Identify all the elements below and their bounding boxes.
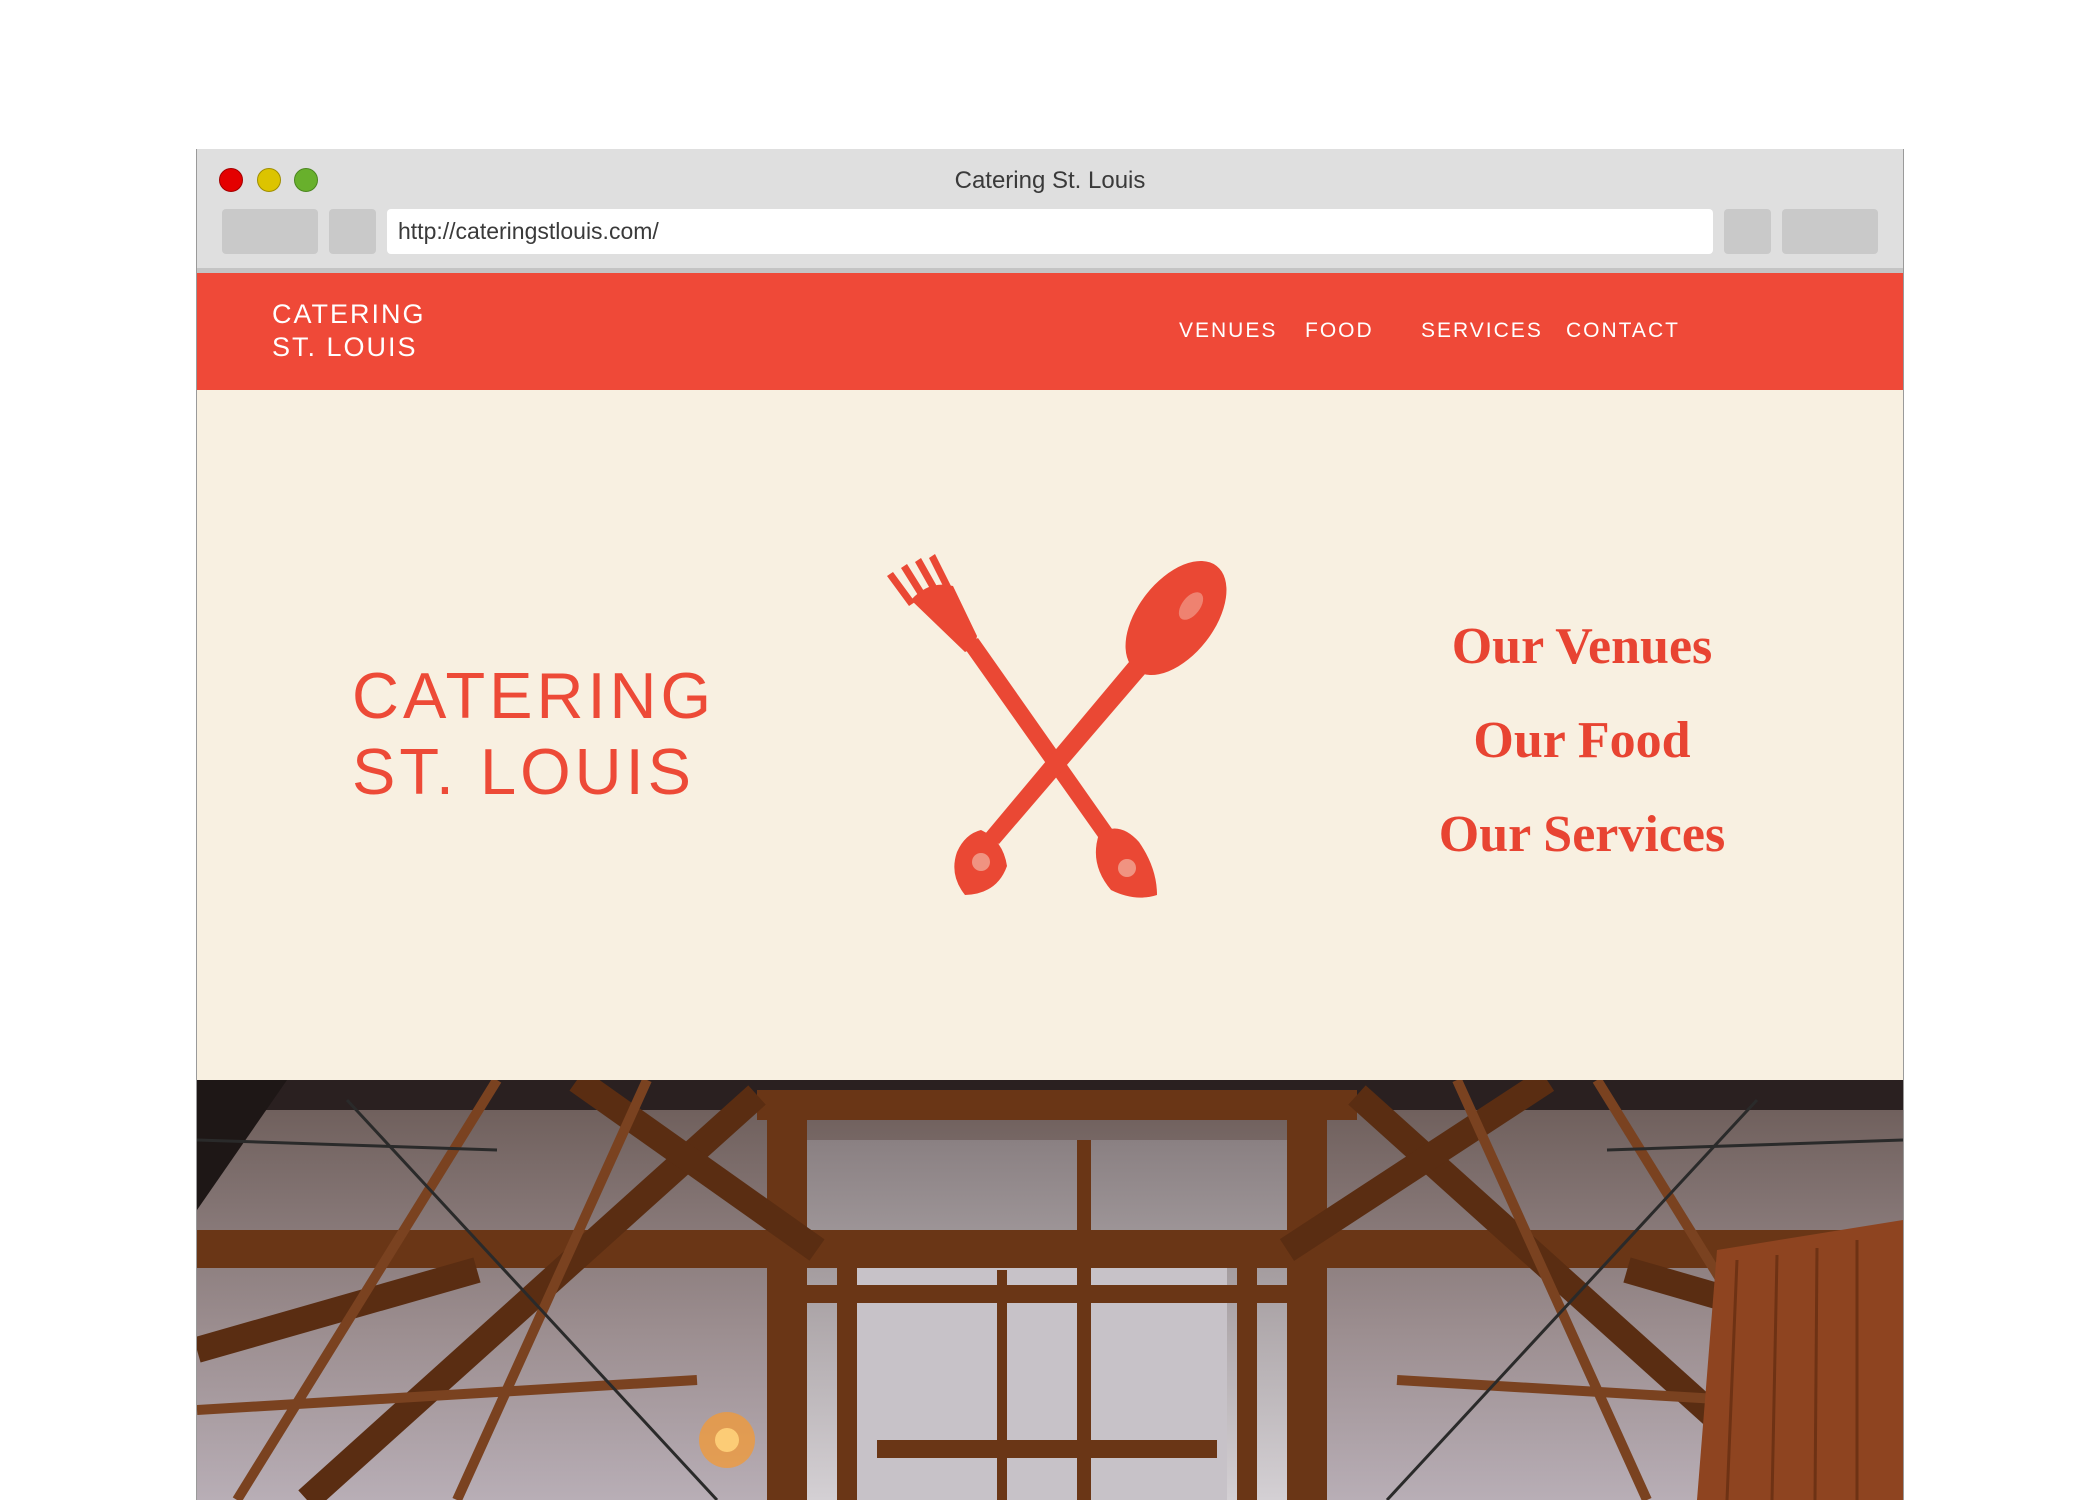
nav-services[interactable]: SERVICES xyxy=(1421,318,1543,344)
nav-food[interactable]: FOOD xyxy=(1305,318,1374,344)
share-button[interactable] xyxy=(1724,209,1771,254)
our-venues-link[interactable]: Our Venues xyxy=(1382,600,1782,694)
fork-icon xyxy=(887,554,1157,898)
site-logo[interactable]: CATERING ST. LOUIS xyxy=(272,298,426,364)
address-bar[interactable]: http://cateringstlouis.com/ xyxy=(387,209,1713,254)
our-services-link[interactable]: Our Services xyxy=(1382,788,1782,882)
crossed-cutlery-illustration xyxy=(887,554,1227,898)
nav-venues[interactable]: VENUES xyxy=(1179,318,1277,344)
tabs-button[interactable] xyxy=(1782,209,1878,254)
logo-line-1: CATERING xyxy=(272,299,426,329)
hero-title-line-2: ST. LOUIS xyxy=(352,735,696,808)
hero-title: CATERING ST. LOUIS xyxy=(352,658,715,810)
site-header: CATERING ST. LOUIS VENUES FOOD SERVICES … xyxy=(197,273,1903,390)
hero-links: Our Venues Our Food Our Services xyxy=(1382,600,1782,882)
hero-title-line-1: CATERING xyxy=(352,659,716,732)
forward-button[interactable] xyxy=(329,209,376,254)
nav-contact[interactable]: CONTACT xyxy=(1566,318,1680,344)
logo-line-2: ST. LOUIS xyxy=(272,332,418,362)
hero-section: CATERING ST. LOUIS Our Venues Our Food O… xyxy=(197,390,1903,1080)
window-title: Catering St. Louis xyxy=(954,167,1146,194)
barn-ceiling-photo xyxy=(197,1080,1903,1500)
our-food-link[interactable]: Our Food xyxy=(1382,694,1782,788)
back-button[interactable] xyxy=(222,209,318,254)
browser-window: Catering St. Louis http://cateringstloui… xyxy=(197,149,1903,1500)
website: CATERING ST. LOUIS VENUES FOOD SERVICES … xyxy=(197,273,1903,1500)
browser-chrome: Catering St. Louis http://cateringstloui… xyxy=(197,149,1903,273)
